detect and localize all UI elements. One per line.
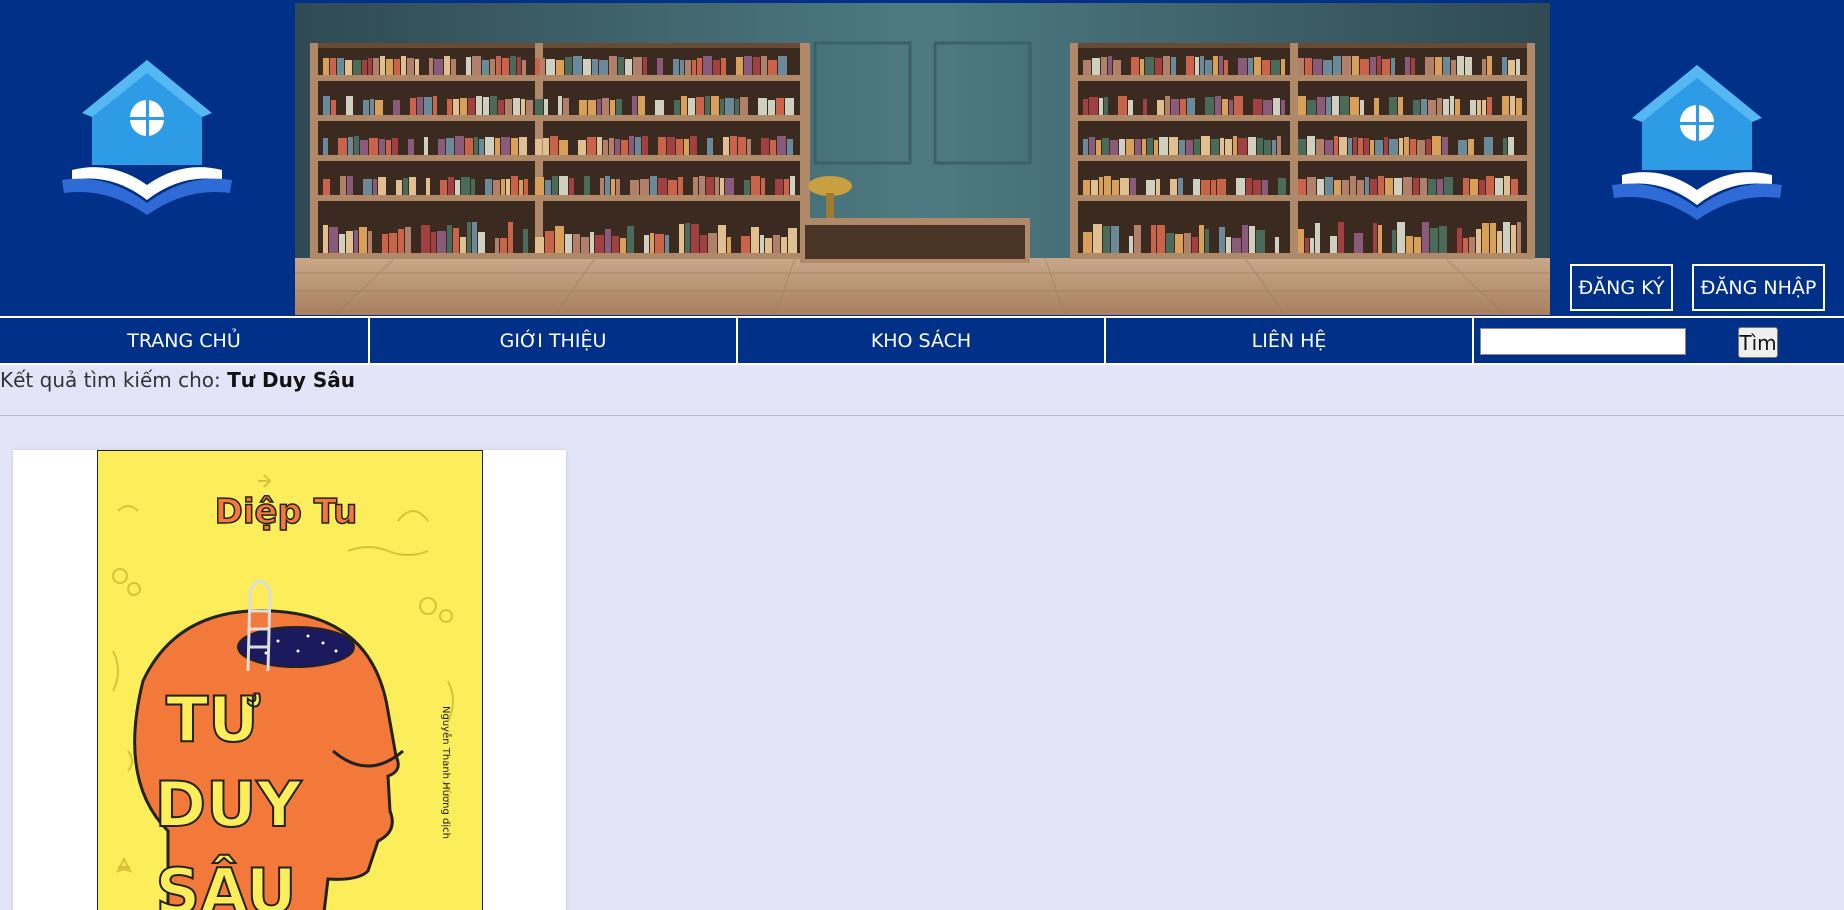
nav-item-bookstore[interactable]: KHO SÁCH xyxy=(736,316,1104,365)
nav-item-home[interactable]: TRANG CHỦ xyxy=(0,316,368,365)
divider xyxy=(0,415,1844,416)
register-button[interactable]: ĐĂNG KÝ xyxy=(1570,264,1673,311)
site-logo-left[interactable] xyxy=(62,55,232,215)
cover-title-line2: DUY xyxy=(155,768,303,841)
search-input[interactable] xyxy=(1480,328,1686,355)
house-book-logo-icon xyxy=(1612,65,1782,220)
library-banner-image xyxy=(295,3,1550,315)
book-cover-image[interactable]: Diệp Tu TƯ DUY SÂU Nguyễn Thanh Hương dị… xyxy=(97,450,483,910)
cover-title-line1: TƯ xyxy=(166,683,260,756)
book-card[interactable]: Diệp Tu TƯ DUY SÂU Nguyễn Thanh Hương dị… xyxy=(13,450,566,910)
nav-search-area: Tìm xyxy=(1472,316,1844,365)
site-header: ĐĂNG KÝ ĐĂNG NHẬP xyxy=(0,0,1844,316)
login-button[interactable]: ĐĂNG NHẬP xyxy=(1692,264,1825,311)
site-logo-right[interactable] xyxy=(1612,60,1782,220)
search-result-heading: Kết quả tìm kiếm cho: Tư Duy Sâu xyxy=(0,368,355,392)
search-button[interactable]: Tìm xyxy=(1738,327,1778,358)
cover-title-line3: SÂU xyxy=(155,855,296,910)
cover-author-text: Diệp Tu xyxy=(215,492,358,532)
nav-item-contact[interactable]: LIÊN HỆ xyxy=(1104,316,1472,365)
search-result-query: Tư Duy Sâu xyxy=(227,368,355,392)
search-result-prefix: Kết quả tìm kiếm cho: xyxy=(0,368,221,392)
house-book-logo-icon xyxy=(62,60,232,215)
cover-translator-text: Nguyễn Thanh Hương dịch xyxy=(440,706,453,839)
nav-item-about[interactable]: GIỚI THIỆU xyxy=(368,316,736,365)
main-nav: TRANG CHỦ GIỚI THIỆU KHO SÁCH LIÊN HỆ Tì… xyxy=(0,316,1844,365)
